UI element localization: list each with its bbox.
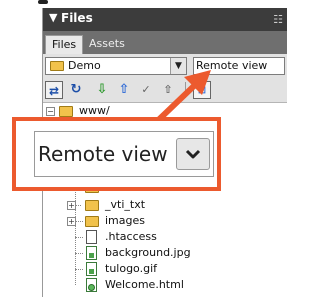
site-select[interactable]: Demo ▼: [45, 57, 187, 75]
site-select-value: Demo: [68, 59, 101, 72]
chevron-down-icon[interactable]: [176, 138, 210, 170]
tree-item-label: _vti_txt: [105, 198, 146, 211]
chevron-down-glyph: [185, 149, 201, 159]
expand-panel-icon[interactable]: ⊞: [193, 81, 211, 99]
tree-item-label: Welcome.html: [105, 278, 184, 291]
panel-options-icon[interactable]: ☷: [273, 13, 283, 26]
collapse-arrow-icon[interactable]: ▼: [49, 11, 57, 24]
tree-row[interactable]: .htaccess: [67, 229, 267, 245]
folder-icon: [59, 106, 73, 117]
tree-item-label: background.jpg: [105, 246, 191, 259]
collapse-expander-icon[interactable]: −: [46, 107, 55, 116]
zoomed-view-select[interactable]: Remote view: [34, 131, 214, 177]
top-fragment: [38, 0, 48, 4]
toolbar-divider: [185, 82, 186, 98]
zoomed-view-select-value: Remote view: [38, 142, 168, 166]
panel-tabs: Files Assets: [43, 31, 287, 54]
expand-expander-icon[interactable]: +: [67, 201, 76, 210]
view-select-value: Remote view: [196, 59, 268, 72]
get-files-icon[interactable]: ⇩: [93, 81, 111, 99]
expand-expander-icon[interactable]: +: [67, 217, 76, 226]
tab-files[interactable]: Files: [45, 35, 84, 54]
image-file-icon: [86, 246, 97, 260]
html-file-icon: [86, 278, 97, 292]
tree-row[interactable]: + _vti_txt: [67, 197, 267, 213]
site-folder-icon: [50, 61, 64, 71]
tree-row[interactable]: + images: [67, 213, 267, 229]
tree-item-label: images: [105, 214, 145, 227]
panel-title: Files: [61, 11, 93, 25]
site-controls: Demo ▼ Remote view: [43, 54, 287, 78]
connect-icon[interactable]: ⇄: [45, 81, 63, 99]
image-file-icon: [86, 262, 97, 276]
tab-assets[interactable]: Assets: [83, 35, 131, 54]
tree-root-label: www/: [79, 104, 110, 117]
view-select[interactable]: Remote view: [193, 57, 285, 75]
tree-item-label: .htaccess: [105, 230, 157, 243]
put-files-icon[interactable]: ⇧: [115, 81, 133, 99]
check-in-icon[interactable]: ⇧: [159, 81, 177, 99]
files-toolbar: ⇄ ↻ ⇩ ⇧ ✓ ⇧ ⊞: [43, 78, 287, 103]
tree-row[interactable]: tulogo.gif: [67, 261, 267, 277]
tree-row[interactable]: background.jpg: [67, 245, 267, 261]
site-select-dropdown-button[interactable]: ▼: [170, 58, 186, 74]
check-out-icon[interactable]: ✓: [137, 81, 155, 99]
refresh-icon[interactable]: ↻: [67, 81, 85, 99]
folder-icon: [85, 200, 99, 211]
file-icon: [86, 230, 97, 244]
tree-row[interactable]: Welcome.html: [67, 277, 267, 293]
tree-item-label: tulogo.gif: [105, 262, 157, 275]
zoom-callout: Remote view: [12, 117, 221, 191]
panel-title-bar[interactable]: ▼ Files ☷: [43, 8, 287, 31]
folder-icon: [85, 216, 99, 227]
